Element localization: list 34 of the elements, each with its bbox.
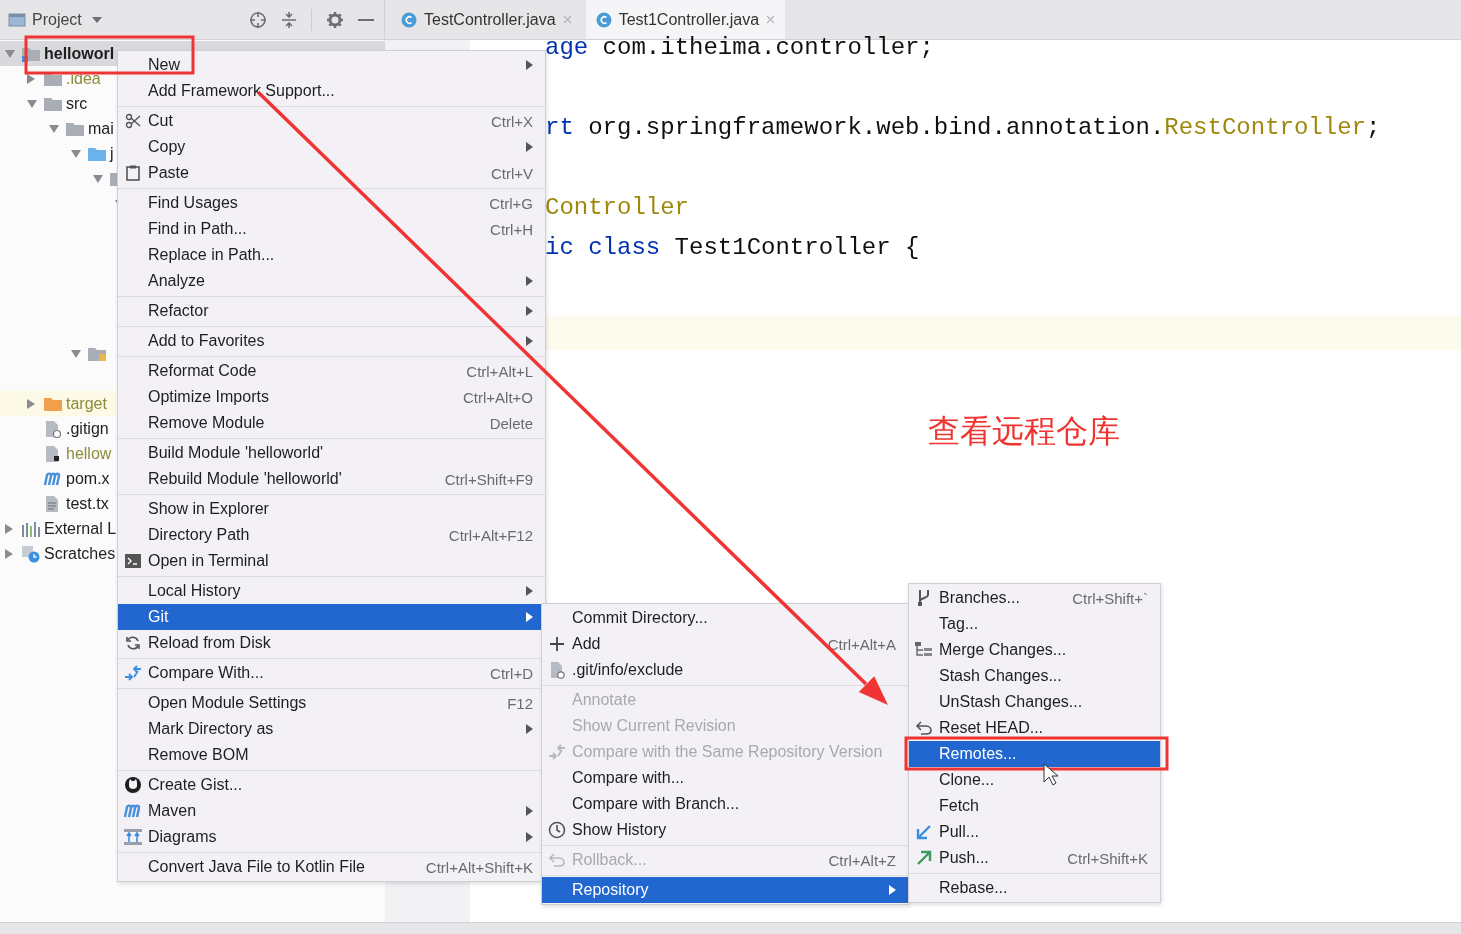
annotation-text: 查看远程仓库 <box>928 411 1120 452</box>
tree-label: test.tx <box>66 494 109 513</box>
tab-label: Test1Controller.java <box>618 10 760 29</box>
shortcut-text: Ctrl+D <box>490 664 533 682</box>
tree-label: j <box>110 144 114 163</box>
tree-label: External L <box>44 519 117 538</box>
shortcut-text: Ctrl+Alt+L <box>466 362 533 380</box>
shortcut-text: Ctrl+Shift+` <box>1072 589 1148 607</box>
shortcut-text: Ctrl+V <box>490 164 533 182</box>
tree-label: helloworl <box>44 44 115 63</box>
code-line: ic class Test1Controller { <box>545 234 921 263</box>
shortcut-text: Ctrl+X <box>490 112 533 130</box>
tree-label: mai <box>88 119 114 138</box>
shortcut-text: Ctrl+Shift+F9 <box>444 470 533 488</box>
shortcut-text: Ctrl+Alt+A <box>827 635 896 653</box>
tree-label: src <box>66 94 88 113</box>
tree-label: pom.x <box>66 469 110 488</box>
shortcut-text: Ctrl+Shift+K <box>1067 849 1148 867</box>
tree-label: Scratches <box>44 544 116 563</box>
shortcut-text: F12 <box>507 694 533 712</box>
shortcut-text: Ctrl+G <box>489 194 533 212</box>
shortcut-text: Ctrl+Alt+Shift+K <box>425 858 533 876</box>
shortcut-text: Ctrl+Alt+Z <box>828 851 896 869</box>
code-line: rt org.springframework.web.bind.annotation.RestController; <box>545 114 1382 143</box>
shortcut-text: Ctrl+H <box>490 220 533 238</box>
tree-label: .gitign <box>66 419 109 438</box>
tree-label: hellow <box>66 444 112 463</box>
shortcut-text: Ctrl+Alt+F12 <box>448 526 533 544</box>
shortcut-text: Ctrl+Alt+O <box>462 388 533 406</box>
code-line: Controller <box>545 194 691 223</box>
tree-label: .idea <box>66 69 101 88</box>
shortcut-text: Delete <box>489 414 533 432</box>
tab-label: TestController.java <box>424 10 556 29</box>
tree-label: target <box>66 394 107 413</box>
